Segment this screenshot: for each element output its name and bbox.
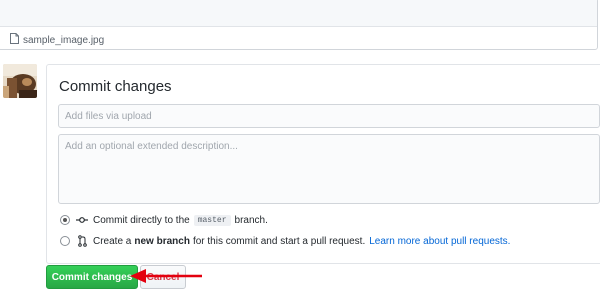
commit-direct-text: Commit directly to the bbox=[93, 214, 190, 226]
git-pull-request-icon bbox=[76, 235, 88, 247]
commit-form-title: Commit changes bbox=[59, 78, 172, 95]
new-branch-option[interactable]: Create a new branch for this commit and … bbox=[60, 235, 510, 247]
cancel-button[interactable]: Cancel bbox=[140, 265, 186, 289]
uploaded-file-item: sample_image.jpg bbox=[10, 33, 104, 47]
branch-name-badge: master bbox=[193, 214, 231, 226]
commit-description-input[interactable] bbox=[58, 134, 600, 204]
commit-direct-option[interactable]: Commit directly to the master branch. bbox=[60, 214, 268, 226]
file-icon bbox=[10, 33, 19, 47]
file-name: sample_image.jpg bbox=[23, 34, 105, 46]
commit-direct-radio[interactable] bbox=[60, 215, 70, 225]
new-branch-radio[interactable] bbox=[60, 236, 70, 246]
learn-more-link[interactable]: Learn more about pull requests. bbox=[369, 236, 510, 247]
upload-dropzone[interactable] bbox=[0, 0, 597, 27]
commit-direct-text-after: branch. bbox=[234, 214, 268, 226]
new-branch-text-after: for this commit and start a pull request… bbox=[192, 235, 366, 247]
avatar[interactable] bbox=[3, 64, 37, 98]
commit-changes-button[interactable]: Commit changes bbox=[46, 265, 138, 289]
git-commit-icon bbox=[76, 214, 88, 226]
new-branch-text: Create a bbox=[93, 235, 132, 247]
new-branch-bold-text: new branch bbox=[134, 235, 190, 247]
commit-summary-input[interactable] bbox=[58, 104, 600, 128]
